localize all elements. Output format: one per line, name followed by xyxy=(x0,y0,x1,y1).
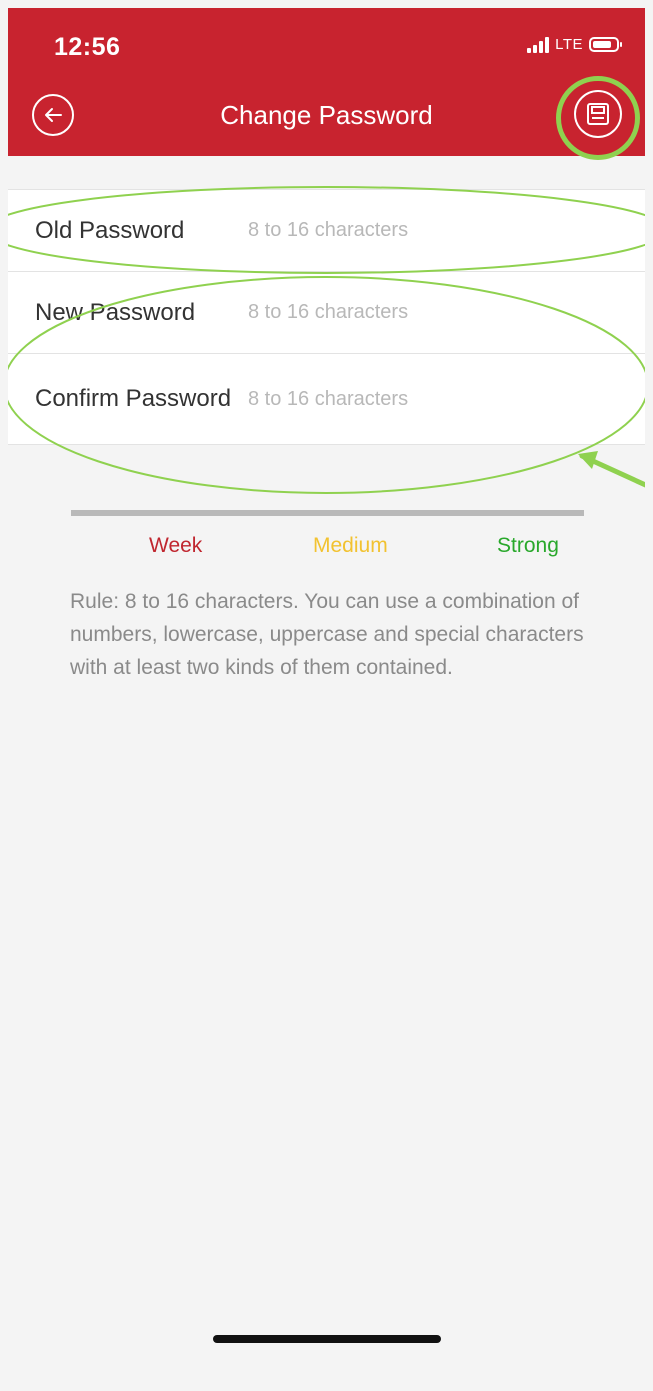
annotation-arrow-head xyxy=(578,451,598,469)
new-password-input[interactable] xyxy=(248,295,618,330)
status-time: 12:56 xyxy=(54,33,121,61)
password-form: Old Password New Password Confirm Passwo… xyxy=(8,189,645,445)
confirm-password-row: Confirm Password xyxy=(8,354,645,444)
save-button[interactable] xyxy=(574,90,622,138)
strength-strong-label: Strong xyxy=(497,534,559,557)
signal-icon xyxy=(527,36,550,53)
strength-weak-label: Week xyxy=(149,534,203,557)
new-password-label: New Password xyxy=(35,298,196,326)
save-disk-icon xyxy=(587,103,609,125)
confirm-password-input[interactable] xyxy=(248,382,618,416)
new-password-row: New Password xyxy=(8,272,645,354)
annotation-arrow xyxy=(579,453,645,488)
home-indicator[interactable] xyxy=(213,1335,441,1343)
page-title: Change Password xyxy=(220,100,433,130)
app-header: 12:56 LTE Change Password xyxy=(8,8,645,160)
password-rule-text: Rule: 8 to 16 characters. You can use a … xyxy=(70,590,584,679)
battery-icon xyxy=(589,37,622,52)
network-type: LTE xyxy=(555,36,583,53)
strength-medium-label: Medium xyxy=(313,534,388,557)
status-indicators: LTE xyxy=(527,36,622,53)
page: 12:56 LTE Change Password Old Password N… xyxy=(8,8,645,1391)
old-password-label: Old Password xyxy=(35,216,185,244)
confirm-password-label: Confirm Password xyxy=(35,384,232,412)
strength-meter xyxy=(71,510,584,516)
old-password-row: Old Password xyxy=(8,190,645,272)
old-password-input[interactable] xyxy=(248,213,618,248)
